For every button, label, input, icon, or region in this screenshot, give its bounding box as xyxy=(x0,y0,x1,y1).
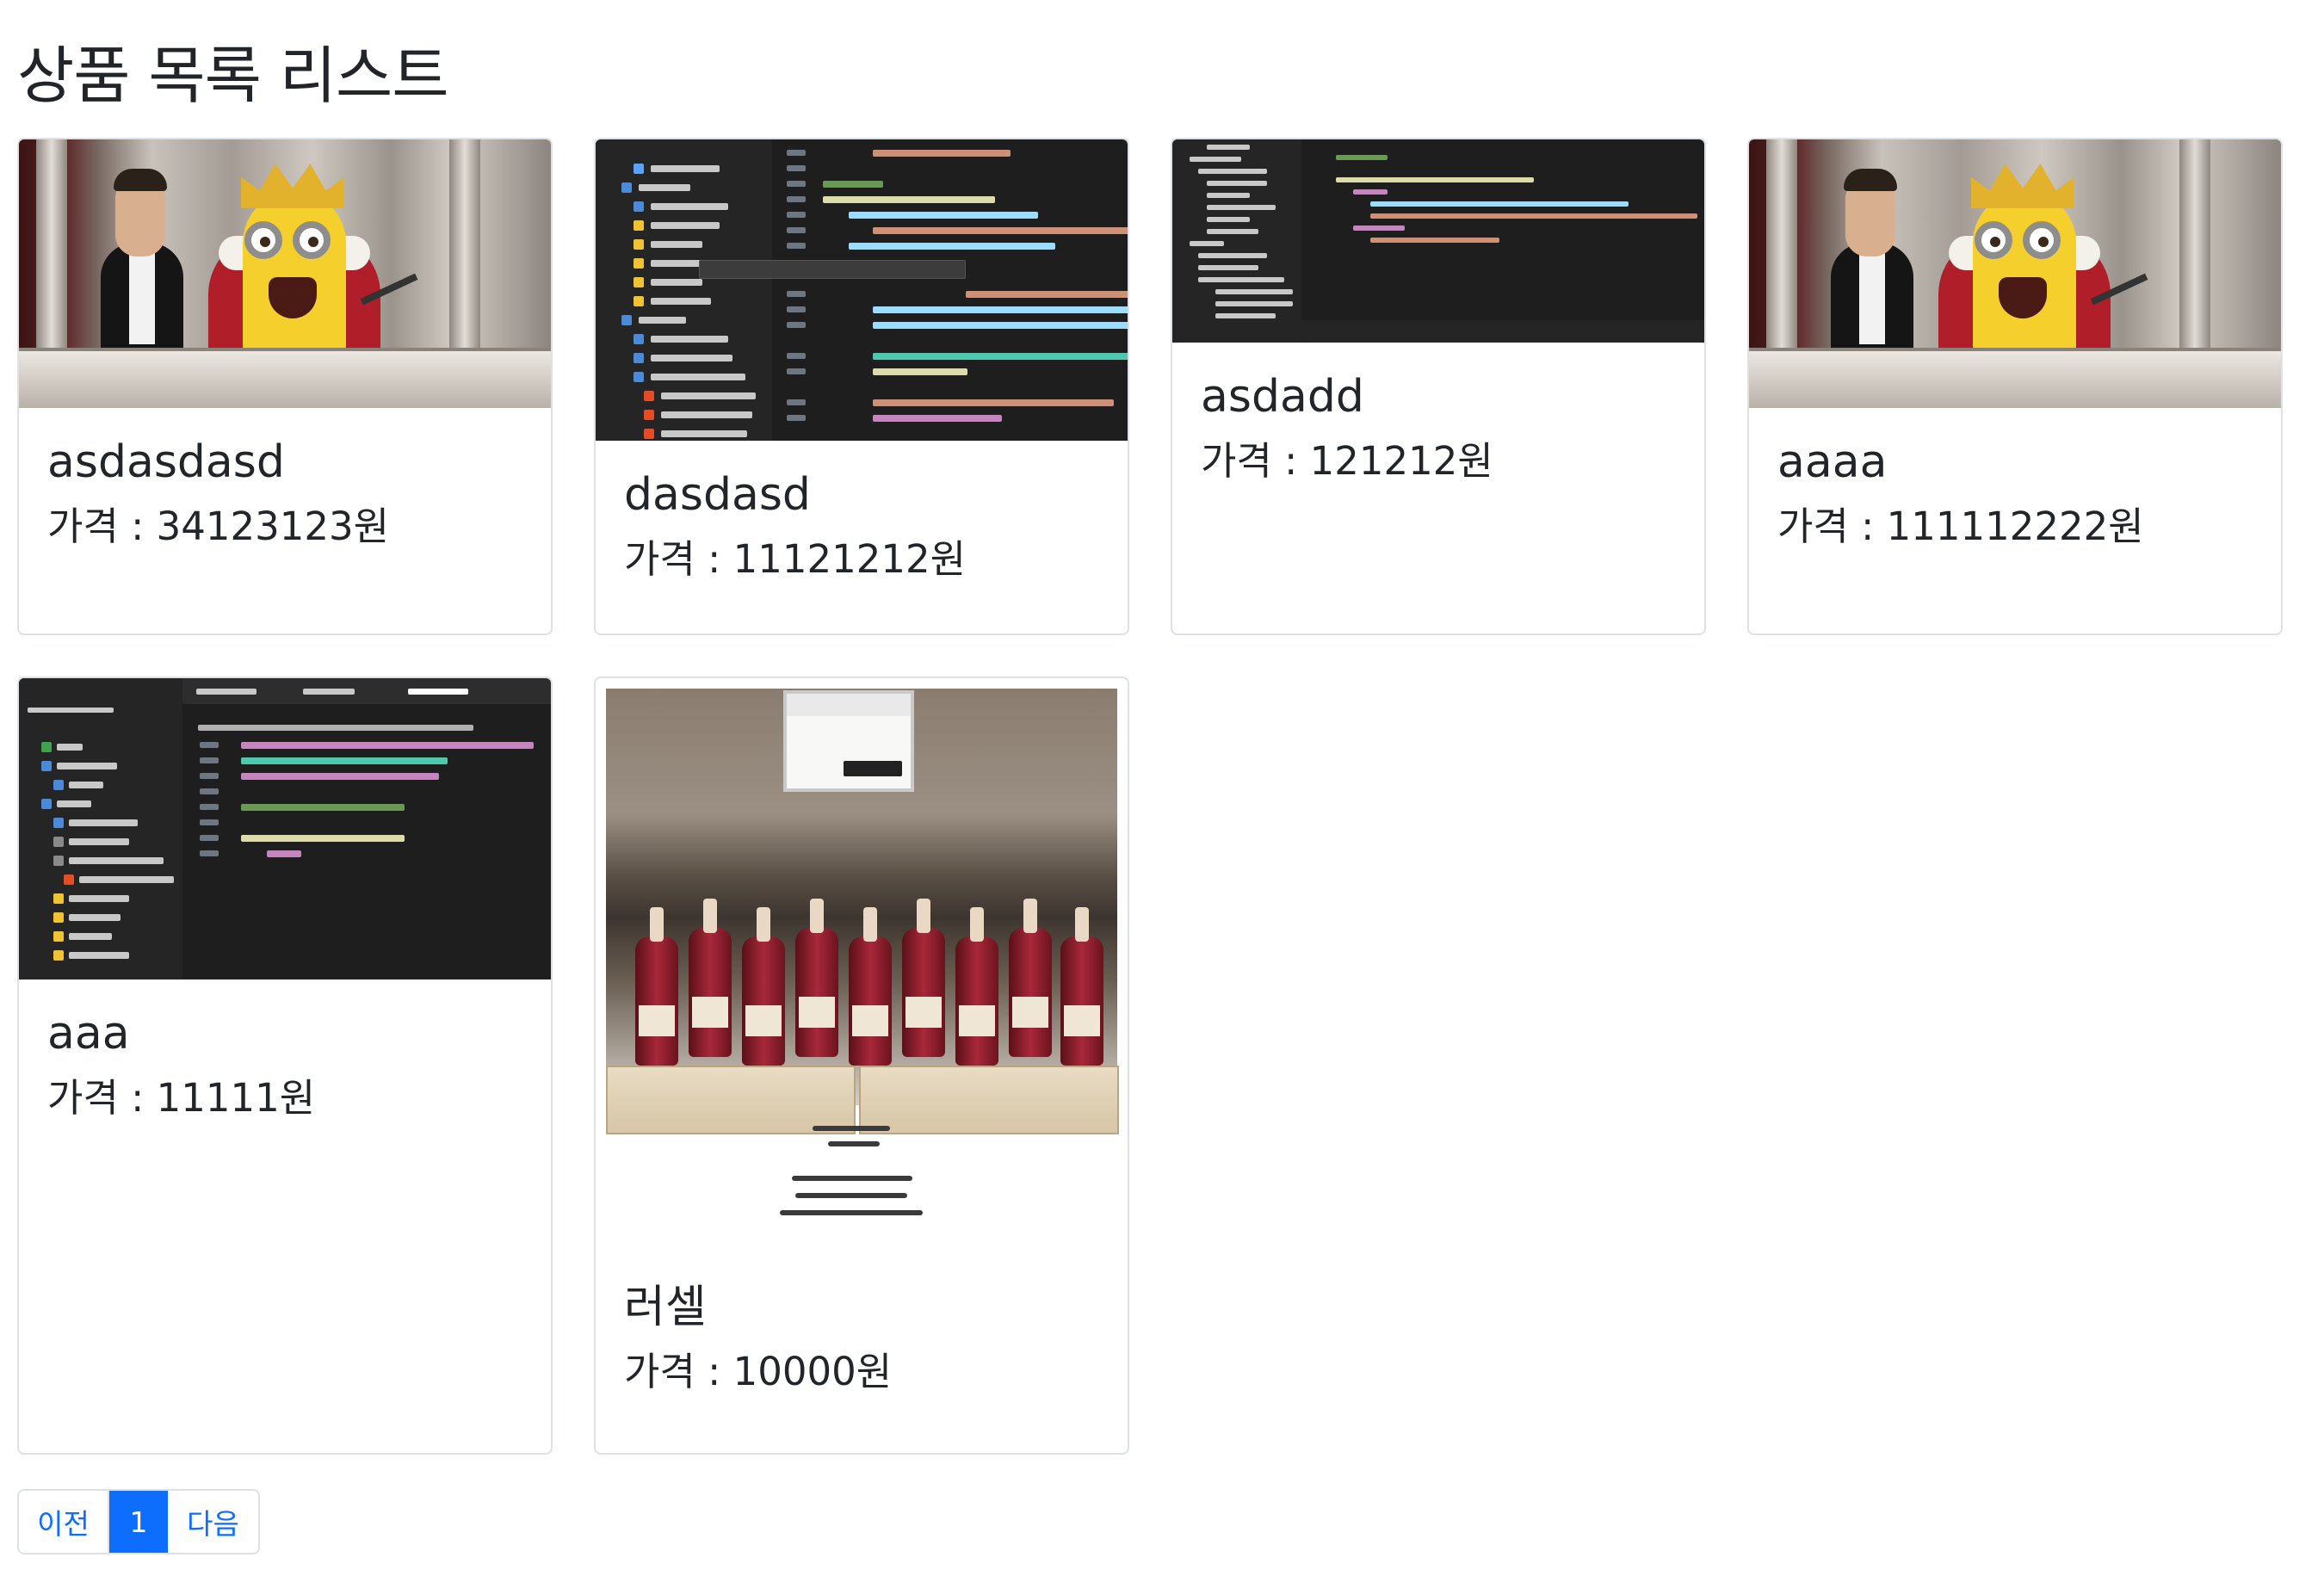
product-name[interactable]: asdadd xyxy=(1201,368,1676,425)
next-page-button[interactable]: 다음 xyxy=(168,1491,258,1553)
product-name[interactable]: asdasdasd xyxy=(47,434,522,491)
product-card[interactable]: asdadd 가격 : 121212원 xyxy=(1171,138,1706,635)
product-price: 가격 : 11121212원 xyxy=(624,536,967,582)
product-image[interactable] xyxy=(19,139,551,408)
pagination: 이전 1 다음 xyxy=(17,1489,260,1554)
product-price: 가격 : 111112222원 xyxy=(1777,504,2144,549)
prev-page-button[interactable]: 이전 xyxy=(19,1491,109,1553)
product-price: 가격 : 121212원 xyxy=(1201,438,1493,484)
product-price: 가격 : 34123123원 xyxy=(47,504,390,549)
product-image[interactable] xyxy=(596,139,1128,441)
product-card[interactable]: dasdasd 가격 : 11121212원 xyxy=(594,138,1129,635)
product-image[interactable] xyxy=(1172,139,1704,343)
product-image[interactable] xyxy=(596,678,1128,1253)
product-name[interactable]: aaaa xyxy=(1777,434,2253,491)
product-card[interactable]: aaaa 가격 : 111112222원 xyxy=(1747,138,2283,635)
product-name[interactable]: dasdasd xyxy=(624,467,1099,523)
product-image[interactable] xyxy=(1749,139,2281,408)
product-card[interactable]: 러셀 가격 : 10000원 xyxy=(594,677,1129,1455)
page-title: 상품 목록 리스트 xyxy=(17,40,448,112)
product-name[interactable]: aaa xyxy=(47,1005,522,1062)
product-card[interactable]: asdasdasd 가격 : 34123123원 xyxy=(17,138,553,635)
product-image[interactable] xyxy=(19,678,551,979)
product-price: 가격 : 10000원 xyxy=(624,1349,893,1394)
product-name[interactable]: 러셀 xyxy=(624,1279,1099,1336)
product-card[interactable]: aaa 가격 : 11111원 xyxy=(17,677,553,1455)
page-1-button[interactable]: 1 xyxy=(109,1491,168,1553)
product-price: 가격 : 11111원 xyxy=(47,1075,316,1121)
